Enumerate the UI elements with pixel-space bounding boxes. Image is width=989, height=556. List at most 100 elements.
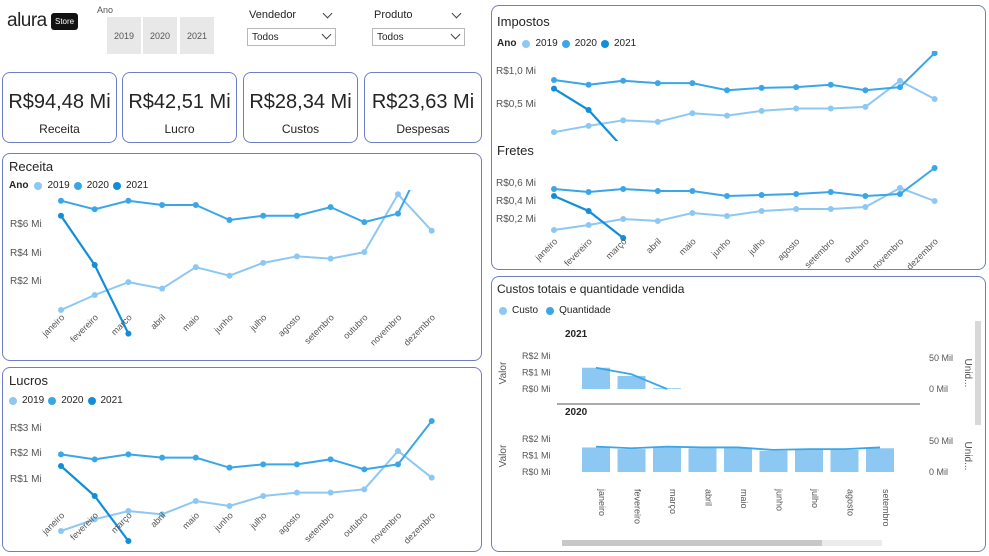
bar-custo-julho: [795, 449, 823, 472]
data-point-2020: [327, 204, 334, 211]
year-button-2021[interactable]: 2021: [180, 17, 214, 54]
data-point-2019: [654, 118, 661, 125]
data-point-2020: [620, 77, 627, 84]
data-point-2019: [620, 117, 627, 124]
data-point-2019: [58, 528, 64, 534]
x-tick-label: setembro: [881, 489, 891, 527]
data-point-2019: [827, 206, 834, 212]
year-button-2019[interactable]: 2019: [107, 17, 141, 54]
y-axis-title: Valor: [498, 361, 509, 384]
chart-title: Lucros: [9, 373, 49, 388]
data-point-2020: [862, 87, 869, 94]
data-point-2019: [931, 198, 938, 204]
kpi-card-receita: R$94,48 Mi Receita: [2, 72, 117, 143]
x-tick-label: setembro: [803, 236, 837, 269]
impostos-fretes-panel: Impostos Ano 2019 2020 2021 R$0,5 Mi R$1,…: [491, 5, 986, 270]
legend-item-2020: 2020: [61, 395, 84, 406]
x-tick-label: maio: [180, 510, 201, 531]
bar-custo-junho: [759, 450, 788, 472]
x-tick-label: julho: [247, 312, 268, 333]
x-tick-label: janeiro: [533, 236, 560, 263]
x-tick-label: julho: [810, 488, 820, 508]
data-point-2020: [192, 454, 199, 461]
x-tick-label: maio: [180, 312, 201, 333]
data-point-2020: [91, 206, 98, 213]
x-tick-label: setembro: [302, 510, 336, 544]
series-line-2019: [60, 449, 433, 532]
x-tick-label: outubro: [842, 236, 871, 265]
data-point-2019: [585, 222, 592, 228]
x-tick-label: dezembro: [402, 312, 437, 347]
data-point-2019: [827, 105, 834, 112]
chevron-down-icon[interactable]: [451, 8, 462, 19]
chart-title: Impostos: [497, 14, 550, 29]
kpi-value: R$23,63 Mi: [371, 91, 475, 113]
kpi-card-custos: R$28,34 Mi Custos: [243, 72, 358, 143]
y-tick-label: R$0 Mi: [522, 384, 551, 394]
data-point-2020: [125, 451, 132, 458]
x-tick-label: fevereiro: [633, 489, 643, 524]
y-tick-label: R$0,2 Mi: [496, 214, 536, 225]
chart-legend: Ano 2019 2020 2021: [497, 38, 636, 49]
legend-item-quantidade: Quantidade: [559, 305, 611, 316]
vendor-slicer-label: Vendedor: [249, 9, 297, 21]
x-tick-label: agosto: [846, 489, 856, 516]
kpi-card-lucro: R$42,51 Mi Lucro: [122, 72, 237, 143]
receita-chart-panel: Receita Ano 2019 2020 2021 R$2 Mi R$4 Mi R…: [2, 153, 482, 361]
year-slicer-label: Ano: [97, 5, 114, 15]
x-tick-label: agosto: [775, 236, 801, 262]
data-point-2020: [862, 193, 869, 199]
data-point-2020: [226, 217, 233, 223]
scrollbar-thumb[interactable]: [562, 540, 822, 546]
chevron-down-icon: [321, 29, 332, 40]
legend-dot-2019: [34, 181, 43, 190]
x-tick-label: outubro: [341, 312, 370, 341]
data-point-2020: [793, 191, 800, 197]
data-point-2019: [724, 112, 730, 119]
data-point-2020: [758, 192, 765, 198]
data-point-2020: [260, 461, 267, 468]
y-axis-title: Valor: [498, 444, 509, 467]
year-button-2020[interactable]: 2020: [143, 17, 177, 54]
data-point-2021: [585, 208, 592, 214]
vertical-scrollbar[interactable]: [975, 321, 981, 425]
product-dropdown-value: Todos: [377, 32, 404, 43]
horizontal-scrollbar[interactable]: [562, 540, 882, 546]
data-point-2020: [551, 186, 557, 192]
product-dropdown[interactable]: Todos: [372, 28, 465, 46]
data-point-2020: [293, 461, 300, 468]
x-tick-label: novembro: [368, 510, 403, 545]
y-tick-label: R$2 Mi: [10, 448, 42, 459]
data-point-2019: [793, 206, 800, 212]
data-point-2019: [226, 503, 233, 509]
data-point-2020: [327, 456, 334, 463]
vendor-dropdown[interactable]: Todos: [247, 28, 336, 46]
data-point-2020: [361, 466, 368, 473]
x-tick-label: dezembro: [905, 236, 940, 269]
data-point-2020: [58, 451, 64, 458]
custos-combo-chart: 2021 Valor Unid... R$0 Mi R$1 Mi R$2 Mi 0 Mil 5…: [498, 329, 973, 527]
series-line-2019: [60, 192, 433, 311]
y-tick-label: R$2 Mi: [522, 351, 551, 361]
x-tick-label: junho: [212, 510, 235, 533]
data-point-2019: [897, 185, 903, 191]
bar-custo-abril: [688, 448, 717, 472]
data-point-2020: [654, 188, 661, 194]
y-tick-label: R$2 Mi: [10, 276, 42, 287]
x-tick-label: julho: [746, 236, 767, 257]
data-point-2019: [327, 489, 334, 496]
y2-tick-label: 0 Mil: [929, 384, 948, 394]
legend-item-2020: 2020: [574, 38, 597, 49]
data-point-2020: [395, 461, 401, 468]
legend-dot-2021: [112, 181, 121, 190]
series-line-2020: [553, 52, 936, 92]
legend-item-2021: 2021: [613, 38, 637, 49]
legend-dot-2020: [73, 181, 82, 190]
data-point-2020: [897, 84, 903, 91]
data-point-2019: [689, 110, 696, 117]
bar-custo-setembro: [866, 448, 894, 472]
data-point-2019: [428, 227, 435, 234]
x-tick-label: abril: [704, 489, 714, 506]
y-tick-label: R$1 Mi: [522, 451, 551, 461]
chevron-down-icon[interactable]: [322, 8, 333, 19]
